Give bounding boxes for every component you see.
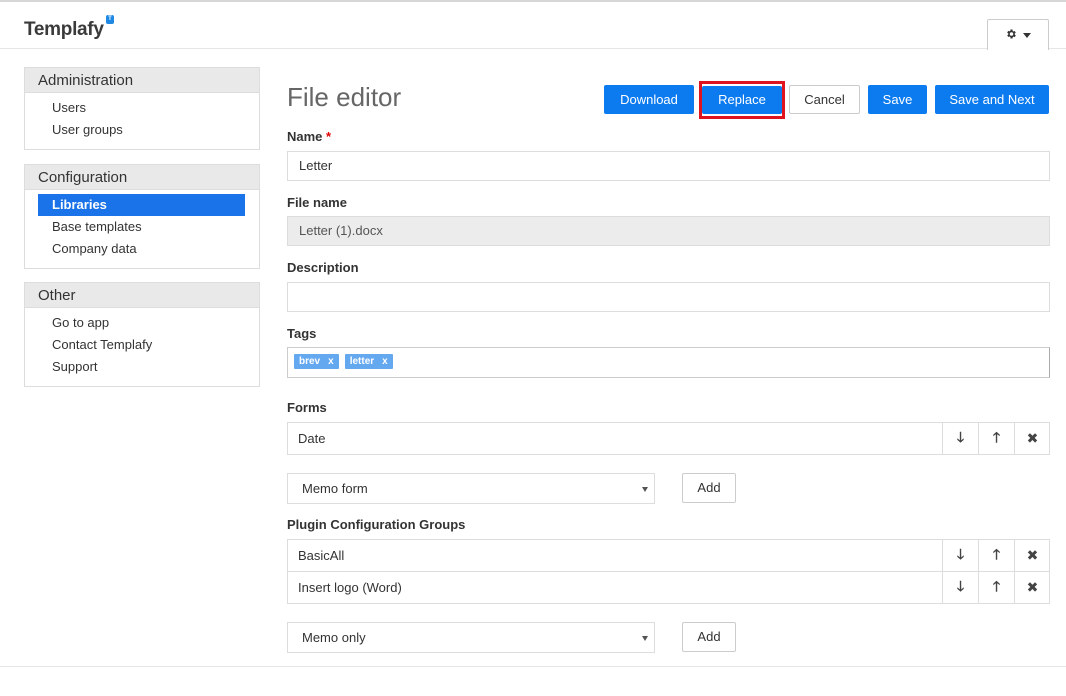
- tag-chip: letter x: [344, 354, 393, 369]
- download-button[interactable]: Download: [604, 85, 694, 114]
- name-input[interactable]: Letter: [287, 151, 1050, 181]
- forms-label: Forms: [287, 400, 327, 415]
- description-input[interactable]: [287, 282, 1050, 312]
- sidebar-panel-configuration: Configuration Libraries Base templates C…: [24, 164, 260, 269]
- settings-button[interactable]: [987, 19, 1049, 50]
- list-item-label: BasicAll: [298, 548, 345, 563]
- name-label: Name *: [287, 129, 331, 144]
- sidebar-item-libraries[interactable]: Libraries: [38, 194, 245, 216]
- list-item: BasicAll 🡓 🡑 ✖: [287, 539, 1050, 572]
- file-name-label: File name: [287, 195, 347, 210]
- sidebar-item-base-templates[interactable]: Base templates: [38, 216, 245, 238]
- sidebar-section-title: Other: [25, 283, 259, 308]
- list-item: Insert logo (Word) 🡓 🡑 ✖: [287, 571, 1050, 604]
- chevron-down-icon: [642, 487, 648, 492]
- gear-icon: [1005, 28, 1017, 43]
- sidebar-item-support[interactable]: Support: [38, 356, 245, 378]
- list-item: Date 🡓 🡑 ✖: [287, 422, 1050, 455]
- replace-button[interactable]: Replace: [702, 86, 782, 114]
- forms-add-button[interactable]: Add: [682, 473, 736, 503]
- tag-label: letter: [349, 356, 375, 367]
- sidebar-panel-administration: Administration Users User groups: [24, 67, 260, 150]
- chevron-down-icon: [1023, 32, 1031, 38]
- arrow-down-icon[interactable]: 🡓: [942, 423, 978, 454]
- name-label-text: Name: [287, 129, 323, 144]
- tag-label: brev: [299, 356, 321, 367]
- plugin-groups-add-button[interactable]: Add: [682, 622, 736, 652]
- tag-remove-icon[interactable]: x: [328, 354, 334, 369]
- close-icon[interactable]: ✖: [1014, 423, 1050, 454]
- logo-badge: T: [106, 15, 114, 24]
- arrow-down-icon[interactable]: 🡓: [942, 540, 978, 571]
- sidebar-section-title: Administration: [25, 68, 259, 93]
- cancel-button[interactable]: Cancel: [789, 85, 860, 114]
- tag-remove-icon[interactable]: x: [382, 354, 388, 369]
- list-item-label: Insert logo (Word): [298, 580, 402, 595]
- forms-select-value: Memo form: [302, 481, 368, 496]
- page-title: File editor: [287, 82, 402, 112]
- tag-chip: brev x: [294, 354, 339, 369]
- header: Templafy T: [0, 2, 1066, 50]
- save-button[interactable]: Save: [868, 85, 927, 114]
- sidebar-panel-other: Other Go to app Contact Templafy Support: [24, 282, 260, 387]
- sidebar-section-title: Configuration: [25, 165, 259, 190]
- tags-input[interactable]: brev x letter x: [287, 347, 1050, 378]
- forms-select[interactable]: Memo form: [287, 473, 655, 504]
- plugin-groups-select-value: Memo only: [302, 630, 366, 645]
- footer-divider: [0, 666, 1066, 667]
- sidebar-item-go-to-app[interactable]: Go to app: [38, 312, 245, 334]
- arrow-down-icon[interactable]: 🡓: [942, 572, 978, 603]
- list-item-label: Date: [298, 431, 326, 446]
- plugin-groups-select[interactable]: Memo only: [287, 622, 655, 653]
- arrow-up-icon[interactable]: 🡑: [978, 572, 1014, 603]
- tags-label: Tags: [287, 326, 317, 341]
- arrow-up-icon[interactable]: 🡑: [978, 423, 1014, 454]
- close-icon[interactable]: ✖: [1014, 540, 1050, 571]
- file-name-field: Letter (1).docx: [287, 216, 1050, 246]
- sidebar-item-company-data[interactable]: Company data: [38, 238, 245, 260]
- logo[interactable]: Templafy: [24, 19, 104, 41]
- save-and-next-button[interactable]: Save and Next: [935, 85, 1049, 114]
- plugin-groups-label: Plugin Configuration Groups: [287, 517, 466, 532]
- sidebar-item-users[interactable]: Users: [38, 97, 245, 119]
- close-icon[interactable]: ✖: [1014, 572, 1050, 603]
- required-mark: *: [326, 129, 332, 144]
- sidebar-item-user-groups[interactable]: User groups: [38, 119, 245, 141]
- arrow-up-icon[interactable]: 🡑: [978, 540, 1014, 571]
- description-label: Description: [287, 260, 359, 275]
- chevron-down-icon: [642, 636, 648, 641]
- sidebar-item-contact-templafy[interactable]: Contact Templafy: [38, 334, 245, 356]
